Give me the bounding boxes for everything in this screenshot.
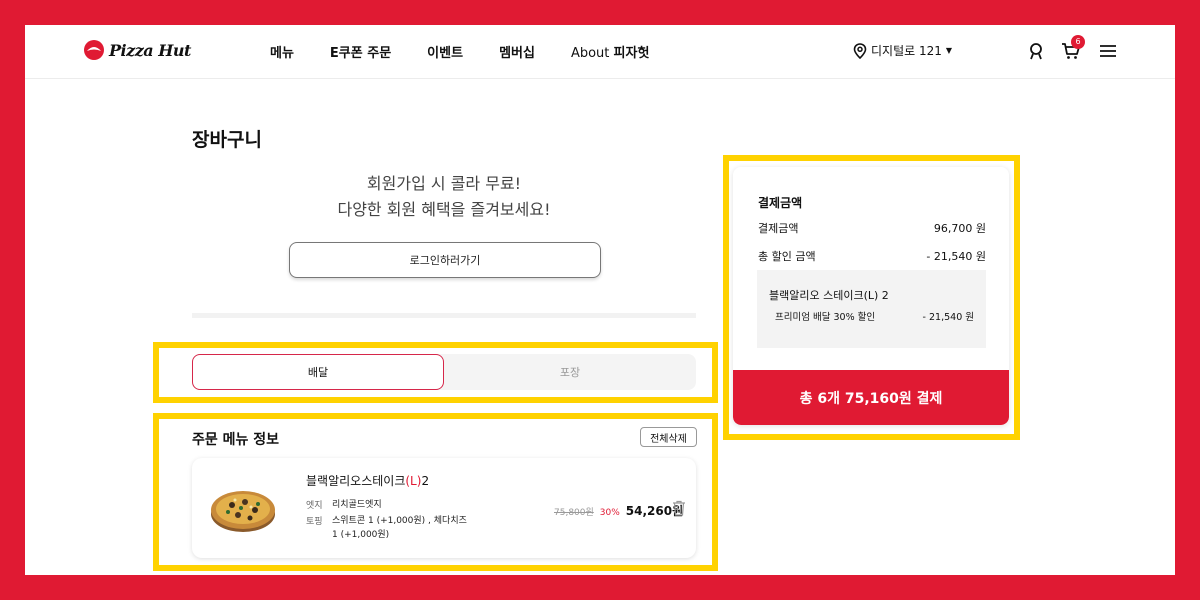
discount-detail-value: - 21,540 원 [922, 312, 974, 323]
payment-amount-row: 결제금액 96,700 원 [758, 220, 986, 236]
logo-text: Pizza Hut [109, 40, 191, 60]
nav-item-about[interactable]: About 피자헛 [571, 42, 649, 61]
checkout-button[interactable]: 총 6개 75,160원 결제 [733, 370, 1009, 425]
discount-detail-row: 프리미엄 배달 30% 할인 - 21,540 원 [775, 309, 974, 323]
discount-detail-item: 블랙알리오 스테이크(L) 2 [769, 289, 889, 302]
user-icon[interactable] [1026, 41, 1046, 61]
main-nav: 메뉴 E쿠폰 주문 이벤트 멤버십 About 피자헛 [270, 42, 685, 61]
order-type-tabs: 배달 포장 [192, 354, 696, 390]
discount-amount-row: 총 할인 금액 - 21,540 원 [758, 248, 986, 264]
site-header: Pizza Hut 메뉴 E쿠폰 주문 이벤트 멤버십 About 피자헛 디지… [25, 25, 1175, 79]
item-name: 블랙알리오스테이크(L)2 [306, 472, 429, 489]
promo-line-2: 다양한 회원 혜택을 즐겨보세요! [337, 200, 551, 219]
original-price: 75,800원 [554, 508, 594, 518]
tab-pickup[interactable]: 포장 [444, 354, 696, 390]
item-price: 75,800원 30% 54,260원 [554, 502, 683, 519]
hamburger-menu-icon[interactable] [1098, 41, 1118, 61]
option-edge: 엣지 리치골드엣지 [306, 498, 472, 512]
payment-amount-value: 96,700 원 [933, 222, 986, 235]
topping-label: 토핑 [306, 517, 323, 527]
cart-count-badge: 6 [1071, 35, 1085, 49]
location-pin-icon [853, 42, 867, 59]
discount-detail-box: 블랙알리오 스테이크(L) 2 프리미엄 배달 30% 할인 - 21,540 … [757, 270, 986, 348]
trash-icon[interactable] [672, 500, 686, 516]
nav-item-ecoupon[interactable]: E쿠폰 주문 [330, 42, 391, 61]
nav-item-menu[interactable]: 메뉴 [270, 42, 294, 61]
item-name-text: 블랙알리오스테이크 [306, 474, 406, 488]
nav-about-bold: 피자헛 [613, 46, 650, 61]
page-frame: Pizza Hut 메뉴 E쿠폰 주문 이벤트 멤버십 About 피자헛 디지… [25, 25, 1175, 575]
edge-value: 리치골드엣지 [332, 500, 382, 510]
signup-promo: 회원가입 시 콜라 무료! 다양한 회원 혜택을 즐겨보세요! [192, 171, 696, 223]
tab-delivery[interactable]: 배달 [192, 354, 444, 390]
pizzahut-logo[interactable]: Pizza Hut [83, 39, 191, 61]
nav-about-prefix: About [570, 46, 614, 61]
login-button[interactable]: 로그인하러가기 [289, 242, 601, 278]
payment-amount-label: 결제금액 [758, 222, 799, 235]
item-qty: 2 [421, 474, 430, 488]
order-section-title: 주문 메뉴 정보 [192, 432, 280, 448]
discount-amount-value: - 21,540 원 [926, 250, 986, 263]
nav-item-event[interactable]: 이벤트 [427, 42, 463, 61]
item-size: (L) [405, 474, 422, 488]
cart-item: 블랙알리오스테이크(L)2 엣지 리치골드엣지 토핑 스위트콘 1 (+1,00… [192, 458, 696, 558]
delete-all-button[interactable]: 전체삭제 [640, 427, 697, 447]
edge-label: 엣지 [306, 501, 323, 511]
section-divider [192, 313, 696, 318]
page-title: 장바구니 [192, 129, 262, 151]
option-topping: 토핑 스위트콘 1 (+1,000원) , 체다치즈 1 (+1,000원) [306, 514, 472, 542]
chevron-down-icon: ▼ [945, 46, 953, 55]
location-selector[interactable]: 디지털로 121 ▼ [853, 42, 952, 59]
discount-amount-label: 총 할인 금액 [758, 250, 816, 263]
promo-line-1: 회원가입 시 콜라 무료! [366, 174, 522, 193]
topping-value: 스위트콘 1 (+1,000원) , 체다치즈 1 (+1,000원) [332, 516, 467, 540]
pizzahut-logo-icon [84, 40, 104, 60]
nav-item-membership[interactable]: 멤버십 [499, 42, 535, 61]
pizza-image [211, 491, 275, 532]
discount-percent: 30% [599, 508, 620, 518]
payment-summary: 결제금액 결제금액 96,700 원 총 할인 금액 - 21,540 원 블랙… [733, 167, 1009, 425]
discount-detail-label: 프리미엄 배달 30% 할인 [775, 312, 876, 323]
location-text: 디지털로 121 [871, 44, 942, 58]
summary-title: 결제금액 [758, 196, 803, 210]
